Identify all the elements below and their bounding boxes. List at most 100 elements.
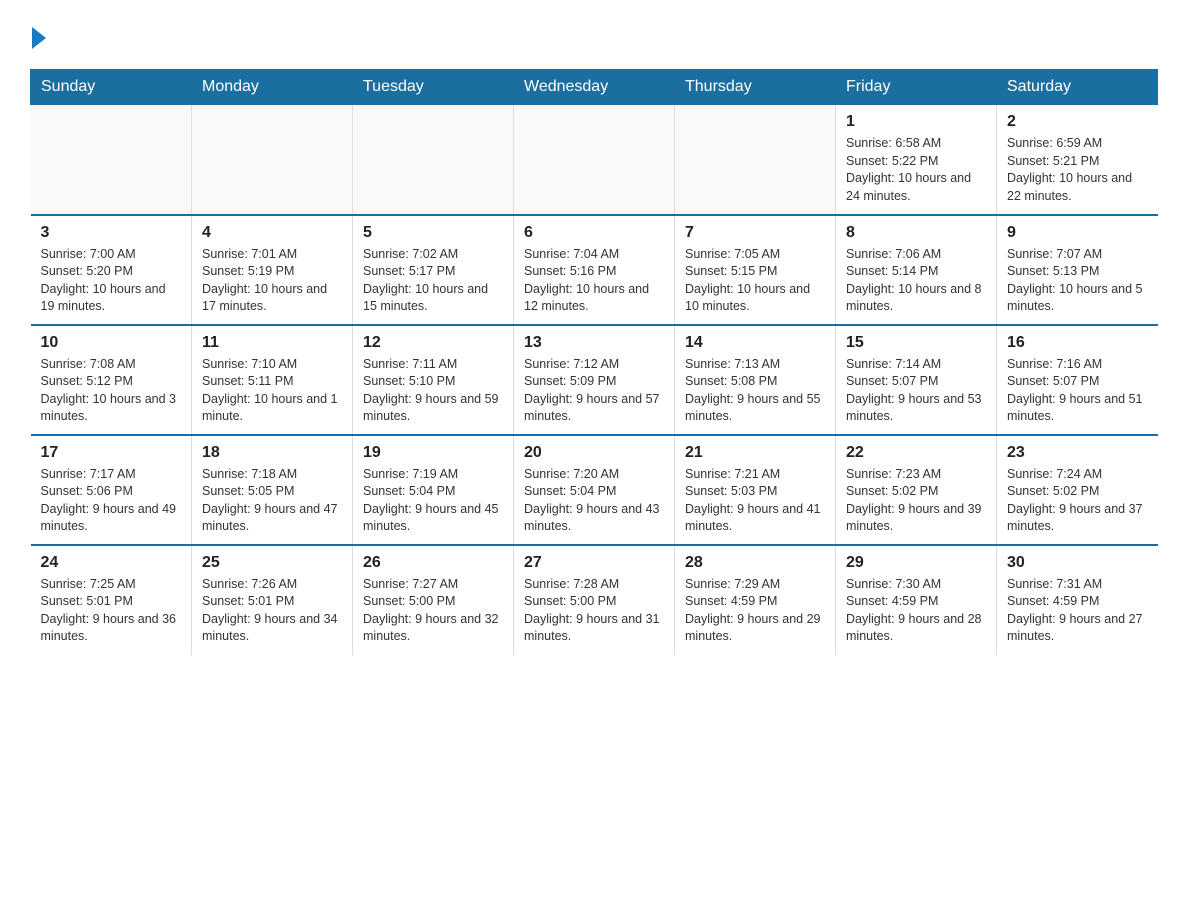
day-cell: 25Sunrise: 7:26 AM Sunset: 5:01 PM Dayli… bbox=[192, 545, 353, 655]
day-cell bbox=[675, 105, 836, 215]
day-info: Sunrise: 7:21 AM Sunset: 5:03 PM Dayligh… bbox=[685, 466, 825, 536]
day-number: 23 bbox=[1007, 444, 1148, 462]
column-header-friday: Friday bbox=[836, 70, 997, 105]
column-header-thursday: Thursday bbox=[675, 70, 836, 105]
day-cell: 1 Sunrise: 6:58 AM Sunset: 5:22 PM Daylig… bbox=[836, 105, 997, 215]
day-info: Sunrise: 6:59 AM Sunset: 5:21 PM Dayligh… bbox=[1007, 135, 1148, 205]
day-info: Sunrise: 7:10 AM Sunset: 5:11 PM Dayligh… bbox=[202, 356, 342, 426]
day-number: 26 bbox=[363, 554, 503, 572]
day-info: Sunrise: 7:25 AM Sunset: 5:01 PM Dayligh… bbox=[41, 576, 182, 646]
week-row-3: 10 Sunrise: 7:08 AM Sunset: 5:12 PM Dayli… bbox=[31, 325, 1158, 435]
day-info: Sunrise: 7:08 AM Sunset: 5:12 PM Dayligh… bbox=[41, 356, 182, 426]
day-cell: 5Sunrise: 7:02 AM Sunset: 5:17 PM Daylig… bbox=[353, 215, 514, 325]
week-row-5: 24 Sunrise: 7:25 AM Sunset: 5:01 PM Dayli… bbox=[31, 545, 1158, 655]
week-row-2: 3 Sunrise: 7:00 AM Sunset: 5:20 PM Daylig… bbox=[31, 215, 1158, 325]
day-number: 1 bbox=[846, 113, 986, 131]
day-cell bbox=[192, 105, 353, 215]
day-number: 4 bbox=[202, 224, 342, 242]
day-number: 7 bbox=[685, 224, 825, 242]
day-cell: 3 Sunrise: 7:00 AM Sunset: 5:20 PM Daylig… bbox=[31, 215, 192, 325]
day-info: Sunrise: 7:24 AM Sunset: 5:02 PM Dayligh… bbox=[1007, 466, 1148, 536]
day-number: 28 bbox=[685, 554, 825, 572]
day-info: Sunrise: 7:28 AM Sunset: 5:00 PM Dayligh… bbox=[524, 576, 664, 646]
day-number: 16 bbox=[1007, 334, 1148, 352]
day-cell: 14 Sunrise: 7:13 AM Sunset: 5:08 PM Dayli… bbox=[675, 325, 836, 435]
day-info: Sunrise: 7:20 AM Sunset: 5:04 PM Dayligh… bbox=[524, 466, 664, 536]
day-cell: 6Sunrise: 7:04 AM Sunset: 5:16 PM Daylig… bbox=[514, 215, 675, 325]
day-number: 11 bbox=[202, 334, 342, 352]
calendar-table: SundayMondayTuesdayWednesdayThursdayFrid… bbox=[30, 69, 1158, 655]
day-cell: 7 Sunrise: 7:05 AM Sunset: 5:15 PM Daylig… bbox=[675, 215, 836, 325]
column-header-wednesday: Wednesday bbox=[514, 70, 675, 105]
day-cell: 12 Sunrise: 7:11 AM Sunset: 5:10 PM Dayli… bbox=[353, 325, 514, 435]
column-header-monday: Monday bbox=[192, 70, 353, 105]
day-cell: 24 Sunrise: 7:25 AM Sunset: 5:01 PM Dayli… bbox=[31, 545, 192, 655]
day-info: Sunrise: 7:13 AM Sunset: 5:08 PM Dayligh… bbox=[685, 356, 825, 426]
day-info: Sunrise: 7:18 AM Sunset: 5:05 PM Dayligh… bbox=[202, 466, 342, 536]
day-cell: 2 Sunrise: 6:59 AM Sunset: 5:21 PM Daylig… bbox=[997, 105, 1158, 215]
day-info: Sunrise: 7:00 AM Sunset: 5:20 PM Dayligh… bbox=[41, 246, 182, 316]
day-cell: 13 Sunrise: 7:12 AM Sunset: 5:09 PM Dayli… bbox=[514, 325, 675, 435]
day-cell: 10 Sunrise: 7:08 AM Sunset: 5:12 PM Dayli… bbox=[31, 325, 192, 435]
day-info: Sunrise: 7:17 AM Sunset: 5:06 PM Dayligh… bbox=[41, 466, 182, 536]
day-cell: 20Sunrise: 7:20 AM Sunset: 5:04 PM Dayli… bbox=[514, 435, 675, 545]
day-number: 14 bbox=[685, 334, 825, 352]
day-cell bbox=[514, 105, 675, 215]
day-number: 21 bbox=[685, 444, 825, 462]
day-info: Sunrise: 7:11 AM Sunset: 5:10 PM Dayligh… bbox=[363, 356, 503, 426]
day-info: Sunrise: 7:16 AM Sunset: 5:07 PM Dayligh… bbox=[1007, 356, 1148, 426]
day-cell: 15 Sunrise: 7:14 AM Sunset: 5:07 PM Dayli… bbox=[836, 325, 997, 435]
day-cell: 11 Sunrise: 7:10 AM Sunset: 5:11 PM Dayli… bbox=[192, 325, 353, 435]
day-info: Sunrise: 7:02 AM Sunset: 5:17 PM Dayligh… bbox=[363, 246, 503, 316]
day-info: Sunrise: 7:31 AM Sunset: 4:59 PM Dayligh… bbox=[1007, 576, 1148, 646]
week-row-1: 1 Sunrise: 6:58 AM Sunset: 5:22 PM Daylig… bbox=[31, 105, 1158, 215]
day-number: 8 bbox=[846, 224, 986, 242]
day-cell: 27Sunrise: 7:28 AM Sunset: 5:00 PM Dayli… bbox=[514, 545, 675, 655]
day-number: 18 bbox=[202, 444, 342, 462]
day-info: Sunrise: 7:01 AM Sunset: 5:19 PM Dayligh… bbox=[202, 246, 342, 316]
day-info: Sunrise: 7:30 AM Sunset: 4:59 PM Dayligh… bbox=[846, 576, 986, 646]
day-number: 19 bbox=[363, 444, 503, 462]
day-number: 29 bbox=[846, 554, 986, 572]
day-info: Sunrise: 7:05 AM Sunset: 5:15 PM Dayligh… bbox=[685, 246, 825, 316]
day-number: 17 bbox=[41, 444, 182, 462]
day-number: 12 bbox=[363, 334, 503, 352]
column-header-sunday: Sunday bbox=[31, 70, 192, 105]
day-cell bbox=[31, 105, 192, 215]
day-number: 22 bbox=[846, 444, 986, 462]
day-cell: 17 Sunrise: 7:17 AM Sunset: 5:06 PM Dayli… bbox=[31, 435, 192, 545]
day-cell: 23 Sunrise: 7:24 AM Sunset: 5:02 PM Dayli… bbox=[997, 435, 1158, 545]
day-number: 10 bbox=[41, 334, 182, 352]
day-number: 13 bbox=[524, 334, 664, 352]
logo bbox=[30, 25, 46, 49]
day-number: 15 bbox=[846, 334, 986, 352]
day-cell: 8Sunrise: 7:06 AM Sunset: 5:14 PM Daylig… bbox=[836, 215, 997, 325]
day-info: Sunrise: 7:04 AM Sunset: 5:16 PM Dayligh… bbox=[524, 246, 664, 316]
day-cell: 30 Sunrise: 7:31 AM Sunset: 4:59 PM Dayli… bbox=[997, 545, 1158, 655]
day-info: Sunrise: 7:12 AM Sunset: 5:09 PM Dayligh… bbox=[524, 356, 664, 426]
day-number: 3 bbox=[41, 224, 182, 242]
day-number: 2 bbox=[1007, 113, 1148, 131]
page-header bbox=[30, 20, 1158, 49]
day-cell: 22Sunrise: 7:23 AM Sunset: 5:02 PM Dayli… bbox=[836, 435, 997, 545]
day-info: Sunrise: 7:19 AM Sunset: 5:04 PM Dayligh… bbox=[363, 466, 503, 536]
day-cell bbox=[353, 105, 514, 215]
day-info: Sunrise: 7:07 AM Sunset: 5:13 PM Dayligh… bbox=[1007, 246, 1148, 316]
week-row-4: 17 Sunrise: 7:17 AM Sunset: 5:06 PM Dayli… bbox=[31, 435, 1158, 545]
day-cell: 19 Sunrise: 7:19 AM Sunset: 5:04 PM Dayli… bbox=[353, 435, 514, 545]
day-cell: 9 Sunrise: 7:07 AM Sunset: 5:13 PM Daylig… bbox=[997, 215, 1158, 325]
day-info: Sunrise: 7:27 AM Sunset: 5:00 PM Dayligh… bbox=[363, 576, 503, 646]
day-info: Sunrise: 7:29 AM Sunset: 4:59 PM Dayligh… bbox=[685, 576, 825, 646]
day-number: 9 bbox=[1007, 224, 1148, 242]
calendar-header-row: SundayMondayTuesdayWednesdayThursdayFrid… bbox=[31, 70, 1158, 105]
day-number: 24 bbox=[41, 554, 182, 572]
day-info: Sunrise: 6:58 AM Sunset: 5:22 PM Dayligh… bbox=[846, 135, 986, 205]
day-cell: 28 Sunrise: 7:29 AM Sunset: 4:59 PM Dayli… bbox=[675, 545, 836, 655]
column-header-saturday: Saturday bbox=[997, 70, 1158, 105]
day-cell: 26 Sunrise: 7:27 AM Sunset: 5:00 PM Dayli… bbox=[353, 545, 514, 655]
day-info: Sunrise: 7:14 AM Sunset: 5:07 PM Dayligh… bbox=[846, 356, 986, 426]
column-header-tuesday: Tuesday bbox=[353, 70, 514, 105]
day-number: 30 bbox=[1007, 554, 1148, 572]
day-number: 25 bbox=[202, 554, 342, 572]
day-cell: 29 Sunrise: 7:30 AM Sunset: 4:59 PM Dayli… bbox=[836, 545, 997, 655]
